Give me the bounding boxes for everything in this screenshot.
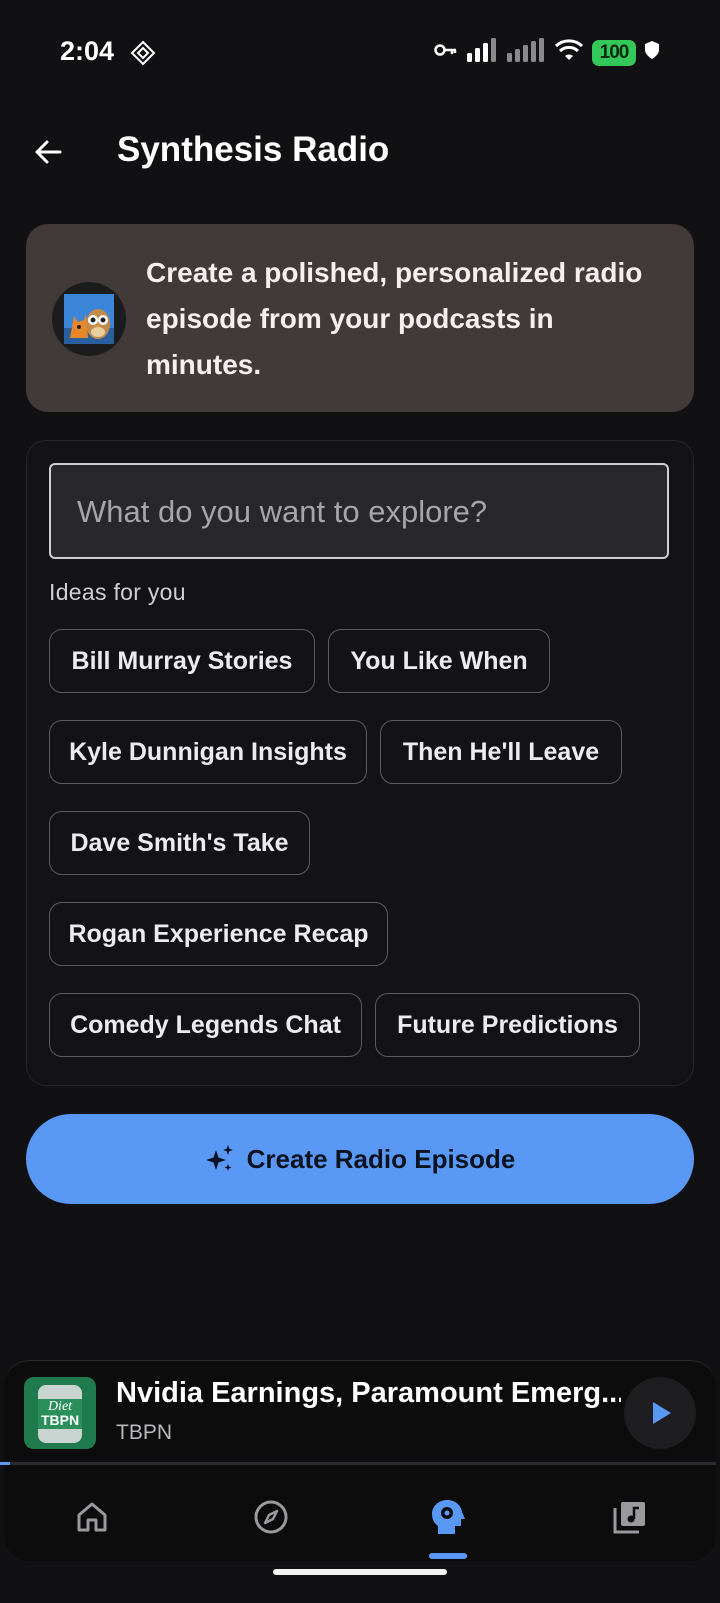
- wifi-icon: [554, 38, 584, 67]
- play-button[interactable]: [624, 1377, 696, 1449]
- mini-player[interactable]: Diet TBPN Nvidia Earnings, Paramount Eme…: [4, 1360, 716, 1460]
- bottom-navigation: [4, 1465, 716, 1561]
- intro-card: Create a polished, personalized radio ep…: [26, 224, 694, 412]
- app-bar: Synthesis Radio: [0, 112, 720, 192]
- explore-card: Ideas for you Bill Murray Stories You Li…: [26, 440, 694, 1086]
- status-bar: 2:04 100: [0, 0, 720, 106]
- nav-synthesis[interactable]: [418, 1487, 478, 1547]
- search-input[interactable]: [75, 465, 649, 559]
- nav-library[interactable]: [600, 1487, 660, 1547]
- create-radio-episode-button[interactable]: Create Radio Episode: [26, 1114, 694, 1204]
- page-title: Synthesis Radio: [117, 130, 390, 169]
- back-button[interactable]: [26, 130, 70, 174]
- arrow-left-icon: [35, 140, 62, 164]
- idea-chip[interactable]: Kyle Dunnigan Insights: [49, 720, 367, 784]
- vpn-key-icon: [434, 41, 458, 64]
- explore-compass-icon: [254, 1500, 288, 1534]
- idea-chip[interactable]: Comedy Legends Chat: [49, 993, 362, 1057]
- search-field[interactable]: [49, 463, 669, 559]
- home-indicator: [273, 1569, 447, 1575]
- signal-strength-secondary-icon: [506, 38, 546, 67]
- library-music-icon: [613, 1502, 645, 1534]
- signal-strength-icon: [466, 38, 498, 67]
- home-icon: [77, 1502, 107, 1532]
- now-playing-podcast: TBPN: [116, 1421, 173, 1444]
- nav-explore[interactable]: [241, 1487, 301, 1547]
- play-icon: [653, 1402, 671, 1424]
- shield-icon: [644, 40, 660, 65]
- synthesis-head-icon: [432, 1500, 465, 1534]
- sparkles-icon: [205, 1145, 233, 1171]
- active-tab-indicator: [429, 1553, 467, 1559]
- status-app-icon: [130, 40, 156, 71]
- status-icons: 100: [434, 38, 660, 67]
- battery-indicator: 100: [592, 39, 636, 66]
- create-button-label: Create Radio Episode: [246, 1143, 516, 1174]
- svg-text:TBPN: TBPN: [41, 1412, 79, 1428]
- idea-chip[interactable]: Future Predictions: [375, 993, 640, 1057]
- nav-home[interactable]: [62, 1487, 122, 1547]
- ideas-label: Ideas for you: [49, 579, 186, 605]
- episode-artwork: Diet TBPN: [24, 1377, 96, 1449]
- intro-text: Create a polished, personalized radio ep…: [146, 257, 643, 380]
- idea-chip[interactable]: You Like When: [328, 629, 550, 693]
- app-mascot-avatar: [52, 282, 126, 356]
- idea-chip[interactable]: Bill Murray Stories: [49, 629, 315, 693]
- status-time: 2:04: [60, 36, 115, 66]
- idea-chip[interactable]: Then He'll Leave: [380, 720, 622, 784]
- fox-owl-mascot-icon: [64, 294, 114, 344]
- idea-chip[interactable]: Dave Smith's Take: [49, 811, 310, 875]
- idea-chip[interactable]: Rogan Experience Recap: [49, 902, 388, 966]
- now-playing-title: Nvidia Earnings, Paramount Emerg...: [116, 1377, 621, 1409]
